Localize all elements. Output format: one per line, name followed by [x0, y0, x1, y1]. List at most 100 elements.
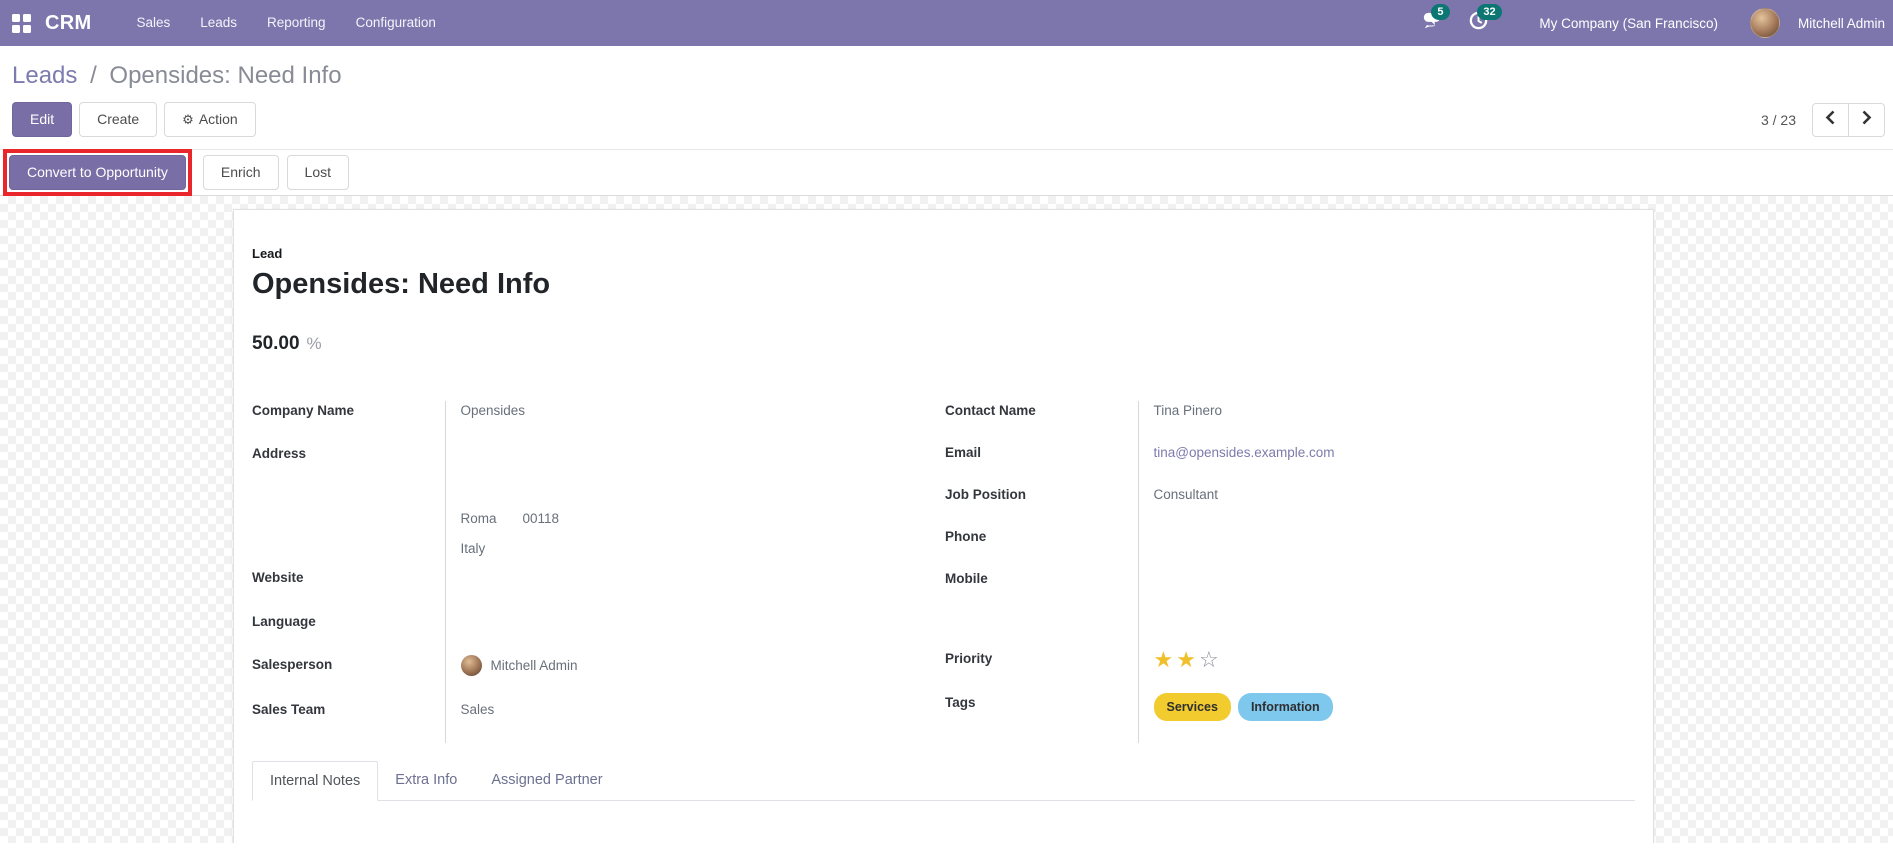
breadcrumb-separator: / — [90, 62, 97, 89]
address-city-zip-line: Roma 00118 — [461, 504, 940, 534]
website-label: Website — [252, 570, 304, 586]
notebook-tabs: Internal Notes Extra Info Assigned Partn… — [252, 761, 1635, 801]
activities-button[interactable]: 32 — [1463, 4, 1502, 38]
tags-label: Tags — [945, 695, 976, 710]
pager-value: 3 / 23 — [1760, 111, 1796, 128]
language-label: Language — [252, 613, 316, 629]
address-street2-line — [461, 474, 940, 504]
salesperson-value[interactable]: Mitchell Admin — [460, 655, 940, 677]
contact-name-value: Tina Pinero — [1137, 401, 1635, 443]
field-sales-team: Sales Team Sales — [252, 699, 945, 743]
lost-button[interactable]: Lost — [286, 155, 350, 190]
salesperson-label: Salesperson — [252, 657, 333, 673]
edit-button[interactable]: Edit — [12, 102, 73, 137]
sales-team-value: Sales — [444, 699, 945, 743]
chevron-right-icon — [1861, 110, 1872, 130]
pager-previous-button[interactable] — [1812, 102, 1849, 137]
control-panel: Leads / Opensides: Need Info Edit Create… — [0, 46, 1893, 150]
activities-count-badge: 32 — [1477, 4, 1502, 20]
website-value — [444, 568, 945, 612]
address-city: Roma — [460, 511, 497, 527]
convert-to-opportunity-button[interactable]: Convert to Opportunity — [9, 155, 186, 190]
tab-extra-info[interactable]: Extra Info — [378, 761, 474, 801]
field-website: Website — [252, 568, 945, 612]
app-name: CRM — [45, 11, 92, 34]
enrich-button[interactable]: Enrich — [202, 155, 279, 190]
email-value[interactable]: tina@opensides.example.com — [1154, 445, 1335, 460]
record-pager: 3 / 23 — [1760, 102, 1885, 137]
tag-services: Services — [1153, 693, 1231, 721]
phone-value — [1137, 527, 1635, 569]
address-zip: 00118 — [522, 511, 560, 527]
phone-label: Phone — [945, 529, 987, 544]
field-company-name: Company Name Opensides — [252, 401, 945, 445]
email-label: Email — [945, 445, 982, 460]
mobile-label: Mobile — [945, 571, 988, 586]
sales-team-label: Sales Team — [252, 701, 326, 717]
mobile-value — [1137, 569, 1635, 611]
navbar-menus: Sales Leads Reporting Configuration — [121, 0, 450, 46]
chevron-left-icon — [1825, 110, 1836, 130]
messages-button[interactable]: 5 — [1417, 4, 1450, 38]
address-country: Italy — [460, 541, 486, 557]
star-empty-icon[interactable]: ☆ — [1199, 649, 1219, 671]
tag-information: Information — [1237, 693, 1333, 721]
priority-label: Priority — [945, 651, 993, 666]
tab-assigned-partner[interactable]: Assigned Partner — [474, 761, 619, 801]
tags-list: Services Information — [1153, 693, 1630, 721]
annotation-highlight-box: Convert to Opportunity — [3, 149, 192, 196]
action-button[interactable]: ⚙ Action — [164, 102, 256, 137]
address-value: Roma 00118 Italy — [444, 444, 945, 569]
field-job-position: Job Position Consultant — [945, 485, 1635, 527]
menu-sales[interactable]: Sales — [121, 0, 185, 46]
field-email: Email tina@opensides.example.com — [945, 443, 1635, 485]
star-filled-icon[interactable]: ★ — [1176, 649, 1196, 671]
language-value — [444, 611, 945, 656]
field-group-right: Contact Name Tina Pinero Email tina@open… — [945, 401, 1635, 743]
field-group-left: Company Name Opensides Address Roma 00118… — [252, 401, 945, 743]
star-filled-icon[interactable]: ★ — [1154, 649, 1174, 671]
field-spacer — [945, 611, 1635, 649]
lead-form-sheet: Lead Opensides: Need Info 50.00 % Compan… — [233, 209, 1654, 843]
user-avatar[interactable] — [1749, 8, 1780, 38]
field-priority: Priority ★ ★ ☆ — [945, 649, 1635, 693]
salesperson-avatar — [460, 655, 482, 677]
breadcrumb-leads-link[interactable]: Leads — [12, 62, 77, 89]
menu-configuration[interactable]: Configuration — [341, 0, 451, 46]
field-salesperson: Salesperson Mitchell Admin — [252, 655, 945, 700]
probability: 50.00 % — [252, 333, 1635, 355]
create-button[interactable]: Create — [79, 102, 158, 137]
field-mobile: Mobile — [945, 569, 1635, 611]
address-street-line — [461, 444, 940, 474]
probability-value: 50.00 — [252, 333, 300, 354]
contact-name-label: Contact Name — [945, 403, 1036, 418]
apps-menu-icon[interactable] — [12, 13, 31, 33]
job-position-label: Job Position — [945, 487, 1026, 502]
company-name-label: Company Name — [252, 403, 355, 418]
field-contact-name: Contact Name Tina Pinero — [945, 401, 1635, 443]
salesperson-name: Mitchell Admin — [490, 657, 578, 673]
field-address: Address Roma 00118 Italy — [252, 444, 945, 569]
job-position-value: Consultant — [1137, 485, 1635, 527]
field-tags: Tags Services Information — [945, 693, 1635, 743]
statusbar: Convert to Opportunity Enrich Lost — [0, 149, 1893, 196]
field-language: Language — [252, 611, 945, 656]
user-menu[interactable]: Mitchell Admin — [1790, 16, 1887, 31]
pager-next-button[interactable] — [1848, 102, 1885, 137]
company-name-value: Opensides — [444, 401, 945, 445]
breadcrumb-current: Opensides: Need Info — [109, 62, 342, 89]
menu-leads[interactable]: Leads — [185, 0, 252, 46]
gear-icon: ⚙ — [182, 112, 194, 127]
tab-internal-notes[interactable]: Internal Notes — [252, 761, 379, 801]
probability-unit: % — [306, 334, 322, 353]
address-label: Address — [252, 446, 307, 462]
record-type-label: Lead — [252, 246, 283, 261]
priority-stars: ★ ★ ☆ — [1154, 649, 1630, 671]
menu-reporting[interactable]: Reporting — [252, 0, 341, 46]
breadcrumb: Leads / Opensides: Need Info — [12, 62, 1885, 90]
lead-title: Opensides: Need Info — [252, 268, 551, 300]
field-phone: Phone — [945, 527, 1635, 569]
messages-count-badge: 5 — [1431, 4, 1450, 20]
content-background: Lead Opensides: Need Info 50.00 % Compan… — [0, 196, 1893, 843]
company-switcher[interactable]: My Company (San Francisco) — [1509, 16, 1740, 31]
